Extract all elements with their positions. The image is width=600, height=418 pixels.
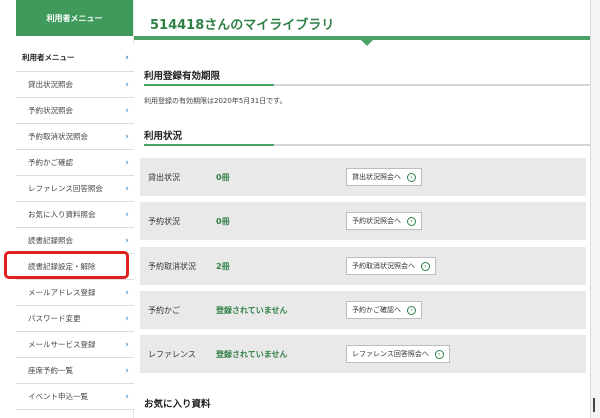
section-divider: [144, 144, 590, 146]
usage-label: 予約取消状況: [148, 261, 196, 271]
sidebar-item-label: 予約状況照会: [28, 106, 73, 115]
arrow-circle-icon: ›: [434, 349, 444, 359]
chevron-right-icon: ›: [125, 391, 129, 402]
arrow-circle-icon: ›: [407, 305, 416, 315]
button-label: レファレンス回答照会へ: [352, 350, 429, 358]
sidebar-item-label: 利用者メニュー: [22, 53, 75, 62]
sidebar-item-reference-answers[interactable]: レファレンス回答照会 ›: [16, 176, 134, 202]
section-title-usage-status: 利用状況: [144, 131, 183, 142]
chevron-right-icon: ›: [125, 365, 129, 376]
section-title-favorites: お気に入り資料: [144, 399, 211, 410]
chevron-right-icon: ›: [125, 157, 129, 168]
arrow-circle-icon: ›: [407, 172, 416, 182]
sidebar-item-user-menu[interactable]: 利用者メニュー ›: [16, 44, 134, 72]
usage-row-cancellations: 予約取消状況 2冊 予約取消状況照会へ ›: [140, 247, 586, 285]
usage-value: 0冊: [216, 172, 230, 182]
chevron-right-icon: ›: [125, 287, 129, 298]
chevron-right-icon: ›: [125, 313, 129, 324]
button-label: 予約取消状況照会へ: [352, 262, 415, 270]
chevron-right-icon: ›: [125, 183, 129, 194]
arrow-circle-icon: ›: [421, 261, 430, 271]
usage-label: 予約状況: [148, 216, 180, 226]
usage-label: レファレンス: [148, 349, 196, 359]
chevron-right-icon: ›: [125, 235, 129, 246]
sidebar-item-label: パスワード変更: [28, 314, 81, 323]
sidebar-item-label: 予約取消状況照会: [28, 132, 88, 141]
chevron-right-icon: ›: [125, 209, 129, 220]
vertical-scrollbar[interactable]: [590, 0, 600, 418]
button-label: 予約状況照会へ: [352, 217, 401, 225]
sidebar-item-label: 読書記録照会: [28, 236, 73, 245]
sidebar-item-seat-reservations[interactable]: 座席予約一覧 ›: [16, 358, 134, 384]
sidebar-item-label: レファレンス回答照会: [28, 184, 103, 193]
sidebar-menu: 利用者メニュー 利用者メニュー › 貸出状況照会 › 予約状況照会 › 予約取消…: [16, 0, 134, 418]
chevron-right-icon: ›: [125, 105, 129, 116]
sidebar-item-label: 貸出状況照会: [28, 80, 73, 89]
page-title: 514418さんのマイライブラリ: [150, 18, 335, 33]
button-label: 貸出状況照会へ: [352, 173, 401, 181]
sidebar-item-reservation-status[interactable]: 予約状況照会 ›: [16, 98, 134, 124]
arrow-circle-icon: ›: [407, 216, 416, 226]
chevron-right-icon: ›: [125, 79, 129, 90]
sidebar-item-cancellation-status[interactable]: 予約取消状況照会 ›: [16, 124, 134, 150]
main-content: 514418さんのマイライブラリ 利用登録有効期限 利用登録の有効期限は2020…: [134, 0, 590, 418]
sidebar-item-label: お気に入り資料照会: [28, 210, 96, 219]
usage-row-reservations: 予約状況 0冊 予約状況照会へ ›: [140, 202, 586, 240]
section-divider: [144, 84, 590, 86]
usage-label: 貸出状況: [148, 172, 180, 182]
sidebar-item-favorites[interactable]: お気に入り資料照会 ›: [16, 202, 134, 228]
sidebar-item-label: 座席予約一覧: [28, 366, 73, 375]
reservation-cart-button[interactable]: 予約かご確認へ ›: [346, 301, 422, 319]
usage-row-loans: 貸出状況 0冊 貸出状況照会へ ›: [140, 158, 586, 196]
sidebar-item-reservation-cart[interactable]: 予約かご確認 ›: [16, 150, 134, 176]
reference-answers-button[interactable]: レファレンス回答照会へ ›: [346, 345, 450, 363]
sidebar-item-mail-service[interactable]: メールサービス登録 ›: [16, 332, 134, 358]
usage-row-reference: レファレンス 登録されていません レファレンス回答照会へ ›: [140, 335, 586, 373]
usage-row-reservation-cart: 予約かご 登録されていません 予約かご確認へ ›: [140, 291, 586, 329]
reservation-status-button[interactable]: 予約状況照会へ ›: [346, 212, 422, 230]
sidebar-item-label: イベント申込一覧: [28, 392, 88, 401]
usage-value: 0冊: [216, 216, 230, 226]
sidebar-header: 利用者メニュー: [16, 0, 133, 36]
cancellation-status-button[interactable]: 予約取消状況照会へ ›: [346, 257, 436, 275]
usage-value: 登録されていません: [216, 305, 288, 315]
sidebar-item-event-applications[interactable]: イベント申込一覧 ›: [16, 384, 134, 410]
sidebar-item-label: メールアドレス登録: [28, 288, 96, 297]
sidebar-item-label: 予約かご確認: [28, 158, 73, 167]
down-arrow-icon: [361, 40, 373, 46]
loan-status-button[interactable]: 貸出状況照会へ ›: [346, 168, 422, 186]
sidebar-item-password-change[interactable]: パスワード変更 ›: [16, 306, 134, 332]
usage-value: 登録されていません: [216, 349, 288, 359]
usage-label: 予約かご: [148, 305, 180, 315]
button-label: 予約かご確認へ: [352, 306, 401, 314]
usage-value: 2冊: [216, 261, 230, 271]
highlight-box: [4, 251, 129, 279]
section-title-registration-expiry: 利用登録有効期限: [144, 71, 221, 82]
chevron-right-icon: ›: [125, 131, 129, 142]
registration-expiry-text: 利用登録の有効期限は2020年5月31日です。: [144, 97, 287, 105]
chevron-right-icon: ›: [125, 52, 129, 63]
sidebar-item-loan-status[interactable]: 貸出状況照会 ›: [16, 72, 134, 98]
chevron-right-icon: ›: [125, 339, 129, 350]
text-cursor-icon: [593, 398, 595, 412]
sidebar-item-email-registration[interactable]: メールアドレス登録 ›: [16, 280, 134, 306]
sidebar-item-label: メールサービス登録: [28, 340, 96, 349]
